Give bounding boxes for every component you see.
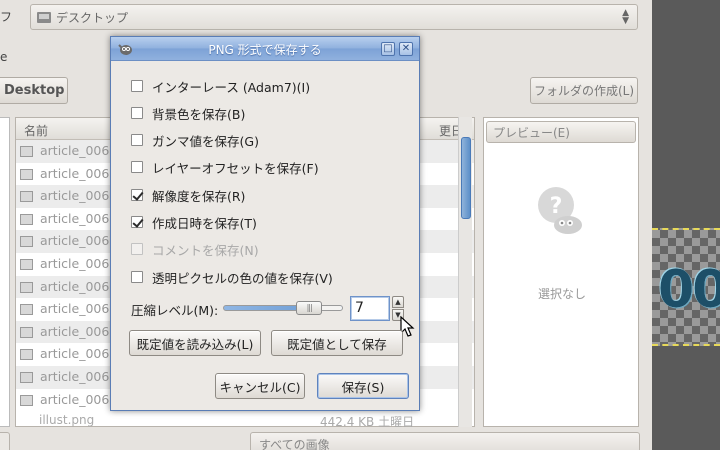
file-name: article_006: [40, 210, 110, 226]
save-label: 保存(S): [341, 379, 385, 395]
file-name: illust.png: [39, 413, 95, 427]
spin-up-button[interactable]: ▲: [392, 296, 404, 308]
file-name: article_006: [40, 255, 110, 271]
checkbox-save-gamma[interactable]: [131, 134, 143, 146]
option-label: ガンマ値を保存(G): [152, 133, 259, 149]
image-file-icon: [20, 213, 33, 225]
create-folder-label: フォルダの作成(L): [533, 84, 635, 98]
png-save-dialog: PNG 形式で保存する □ ✕ インターレース (Adam7)(I) 背景色を保…: [110, 36, 420, 411]
save-defaults-button[interactable]: 既定値として保存: [271, 330, 403, 356]
desktop-path-label: Desktop: [4, 83, 65, 98]
option-save-layer-offset[interactable]: レイヤーオフセットを保存(F): [131, 158, 319, 176]
file-name: article_006: [40, 391, 110, 407]
file-name: article_006: [40, 301, 110, 317]
option-save-transparent-color[interactable]: 透明ピクセルの色の値を保存(V): [131, 268, 333, 286]
cancel-button[interactable]: キャンセル(C): [215, 373, 305, 399]
dialog-titlebar[interactable]: PNG 形式で保存する □ ✕: [111, 37, 419, 61]
option-save-comment: コメントを保存(N): [131, 240, 259, 258]
file-info: 442.4 KB 土曜日: [320, 415, 415, 427]
preview-button[interactable]: プレビュー(E): [486, 121, 636, 143]
option-label: レイヤーオフセットを保存(F): [152, 160, 319, 176]
file-row-partial[interactable]: illust.png 442.4 KB 土曜日: [15, 411, 458, 427]
checkbox-save-comment: [131, 243, 143, 255]
canvas-image-text: 00: [658, 260, 720, 320]
load-defaults-button[interactable]: 既定値を読み込み(L): [129, 330, 261, 356]
question-mascot-icon: ?: [538, 187, 582, 234]
save-folder-combo[interactable]: デスクトップ ▲ ▼: [30, 4, 638, 30]
image-file-icon: [20, 146, 33, 157]
chevron-up-icon: ▲: [395, 298, 401, 306]
maximize-icon: □: [383, 43, 393, 54]
option-save-creation-time[interactable]: 作成日時を保存(T): [131, 213, 257, 231]
compression-slider[interactable]: [223, 305, 343, 311]
preview-pane: プレビュー(E) ? 選択なし: [483, 117, 639, 427]
scrollbar-thumb[interactable]: [461, 137, 471, 219]
save-folder-value: デスクトップ: [56, 10, 129, 25]
option-label: 解像度を保存(R): [152, 188, 246, 204]
file-type-filter[interactable]: すべての画像: [250, 432, 640, 450]
option-label: 作成日時を保存(T): [152, 215, 257, 231]
column-header-name[interactable]: 名前: [24, 122, 48, 139]
load-defaults-label: 既定値を読み込み(L): [136, 336, 254, 352]
file-name: article_006: [40, 323, 110, 339]
combo-arrows-icon: ▲ ▼: [622, 8, 629, 26]
maximize-button[interactable]: □: [381, 42, 395, 56]
image-file-icon: [20, 191, 33, 203]
image-file-icon: [20, 304, 33, 316]
preview-empty-text: 選択なし: [537, 287, 586, 301]
image-file-icon: [20, 349, 33, 361]
desktop-path-button[interactable]: Desktop: [0, 77, 68, 104]
option-label: 背景色を保存(B): [152, 106, 246, 122]
file-name: article_006: [40, 278, 110, 294]
file-name: article_006: [40, 368, 110, 384]
places-label: e: [0, 50, 8, 64]
folder-icon: [37, 11, 51, 23]
dialog-title: PNG 形式で保存する: [208, 43, 322, 57]
image-canvas: 00: [652, 228, 720, 346]
file-name: article_006: [40, 233, 110, 249]
image-file-icon: [20, 168, 33, 180]
compression-label: 圧縮レベル(M):: [131, 303, 219, 318]
location-label: フ: [0, 10, 13, 24]
file-name: article_006: [40, 143, 110, 158]
compression-spin-entry[interactable]: 7: [350, 296, 390, 321]
file-type-filter-value: すべての画像: [259, 438, 330, 450]
help-button[interactable]: [0, 432, 10, 450]
file-list-scrollbar[interactable]: [458, 117, 472, 427]
save-defaults-label: 既定値として保存: [287, 336, 387, 352]
option-save-gamma[interactable]: ガンマ値を保存(G): [131, 131, 259, 149]
image-file-icon: [20, 326, 33, 338]
file-name: article_006: [40, 346, 110, 362]
create-folder-button[interactable]: フォルダの作成(L): [530, 77, 638, 104]
image-file-icon: [20, 258, 33, 270]
option-label: コメントを保存(N): [152, 242, 259, 258]
compression-slider-handle[interactable]: |||: [296, 301, 323, 315]
checkbox-interlace[interactable]: [131, 80, 143, 92]
image-file-icon: [20, 394, 33, 406]
compression-value: 7: [355, 300, 364, 316]
close-button[interactable]: ✕: [399, 42, 413, 56]
places-pane[interactable]: [0, 117, 10, 427]
option-label: インターレース (Adam7)(I): [152, 79, 311, 95]
checkbox-save-creation-time[interactable]: [131, 216, 143, 228]
save-button[interactable]: 保存(S): [317, 373, 409, 399]
option-save-resolution[interactable]: 解像度を保存(R): [131, 186, 245, 204]
cancel-label: キャンセル(C): [219, 379, 301, 395]
image-file-icon: [20, 371, 33, 383]
image-file-icon: [20, 236, 33, 248]
svg-text:?: ?: [550, 194, 563, 219]
option-label: 透明ピクセルの色の値を保存(V): [152, 270, 333, 286]
close-icon: ✕: [401, 43, 411, 54]
option-save-background[interactable]: 背景色を保存(B): [131, 104, 245, 122]
checkbox-save-transparent-color[interactable]: [131, 271, 143, 283]
file-name: article_006: [40, 188, 110, 204]
preview-button-label: プレビュー(E): [493, 125, 570, 140]
option-interlace[interactable]: インターレース (Adam7)(I): [131, 77, 310, 95]
file-name: article_006: [40, 165, 110, 181]
checkbox-save-layer-offset[interactable]: [131, 161, 143, 173]
checkbox-save-resolution[interactable]: [131, 189, 143, 201]
image-file-icon: [20, 281, 33, 293]
checkbox-save-background[interactable]: [131, 107, 143, 119]
